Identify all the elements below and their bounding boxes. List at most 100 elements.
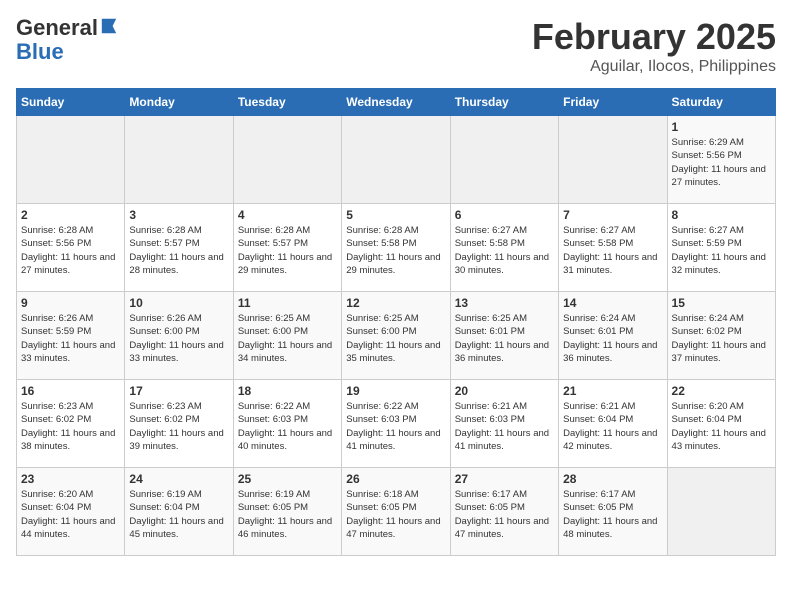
calendar-cell: 27 Sunrise: 6:17 AM Sunset: 6:05 PM Dayli… (450, 468, 558, 556)
day-info: Sunrise: 6:19 AM Sunset: 6:05 PM Dayligh… (238, 488, 337, 541)
day-number: 10 (129, 296, 228, 310)
calendar-week-2: 9 Sunrise: 6:26 AM Sunset: 5:59 PM Daylig… (17, 292, 776, 380)
day-number: 13 (455, 296, 554, 310)
day-info: Sunrise: 6:27 AM Sunset: 5:59 PM Dayligh… (672, 224, 771, 277)
logo-text: General Blue (16, 16, 118, 64)
calendar-cell (559, 116, 667, 204)
title-block: February 2025 Aguilar, Ilocos, Philippin… (532, 16, 776, 76)
day-number: 24 (129, 472, 228, 486)
day-info: Sunrise: 6:19 AM Sunset: 6:04 PM Dayligh… (129, 488, 228, 541)
day-number: 22 (672, 384, 771, 398)
day-number: 21 (563, 384, 662, 398)
calendar-cell: 21 Sunrise: 6:21 AM Sunset: 6:04 PM Dayli… (559, 380, 667, 468)
page-header: General Blue February 2025 Aguilar, Iloc… (16, 16, 776, 76)
day-info: Sunrise: 6:27 AM Sunset: 5:58 PM Dayligh… (455, 224, 554, 277)
calendar-cell (342, 116, 450, 204)
day-info: Sunrise: 6:28 AM Sunset: 5:57 PM Dayligh… (238, 224, 337, 277)
weekday-header-tuesday: Tuesday (233, 89, 341, 116)
day-info: Sunrise: 6:22 AM Sunset: 6:03 PM Dayligh… (238, 400, 337, 453)
calendar-cell (233, 116, 341, 204)
day-info: Sunrise: 6:26 AM Sunset: 5:59 PM Dayligh… (21, 312, 120, 365)
calendar-cell: 7 Sunrise: 6:27 AM Sunset: 5:58 PM Daylig… (559, 204, 667, 292)
weekday-header-sunday: Sunday (17, 89, 125, 116)
calendar-cell: 5 Sunrise: 6:28 AM Sunset: 5:58 PM Daylig… (342, 204, 450, 292)
logo-general: General (16, 15, 98, 40)
day-number: 15 (672, 296, 771, 310)
logo: General Blue (16, 16, 118, 64)
weekday-header-saturday: Saturday (667, 89, 775, 116)
calendar-cell: 2 Sunrise: 6:28 AM Sunset: 5:56 PM Daylig… (17, 204, 125, 292)
calendar-cell: 22 Sunrise: 6:20 AM Sunset: 6:04 PM Dayli… (667, 380, 775, 468)
day-info: Sunrise: 6:20 AM Sunset: 6:04 PM Dayligh… (21, 488, 120, 541)
day-number: 17 (129, 384, 228, 398)
day-info: Sunrise: 6:23 AM Sunset: 6:02 PM Dayligh… (129, 400, 228, 453)
day-number: 18 (238, 384, 337, 398)
calendar-cell: 17 Sunrise: 6:23 AM Sunset: 6:02 PM Dayli… (125, 380, 233, 468)
day-info: Sunrise: 6:22 AM Sunset: 6:03 PM Dayligh… (346, 400, 445, 453)
day-number: 28 (563, 472, 662, 486)
weekday-header-friday: Friday (559, 89, 667, 116)
month-title: February 2025 (532, 16, 776, 58)
calendar-cell: 12Sunrise: 6:25 AM Sunset: 6:00 PM Dayli… (342, 292, 450, 380)
day-info: Sunrise: 6:20 AM Sunset: 6:04 PM Dayligh… (672, 400, 771, 453)
day-number: 26 (346, 472, 445, 486)
logo-flag-icon (100, 17, 118, 35)
calendar-cell (17, 116, 125, 204)
weekday-header-monday: Monday (125, 89, 233, 116)
calendar-week-1: 2 Sunrise: 6:28 AM Sunset: 5:56 PM Daylig… (17, 204, 776, 292)
calendar-week-3: 16 Sunrise: 6:23 AM Sunset: 6:02 PM Dayli… (17, 380, 776, 468)
calendar-cell: 10 Sunrise: 6:26 AM Sunset: 6:00 PM Dayli… (125, 292, 233, 380)
day-info: Sunrise: 6:24 AM Sunset: 6:02 PM Dayligh… (672, 312, 771, 365)
day-info: Sunrise: 6:21 AM Sunset: 6:03 PM Dayligh… (455, 400, 554, 453)
calendar-cell: 18 Sunrise: 6:22 AM Sunset: 6:03 PM Dayli… (233, 380, 341, 468)
day-number: 9 (21, 296, 120, 310)
calendar-header: SundayMondayTuesdayWednesdayThursdayFrid… (17, 89, 776, 116)
day-number: 20 (455, 384, 554, 398)
calendar-cell: 9 Sunrise: 6:26 AM Sunset: 5:59 PM Daylig… (17, 292, 125, 380)
day-number: 19 (346, 384, 445, 398)
calendar-cell: 8Sunrise: 6:27 AM Sunset: 5:59 PM Daylig… (667, 204, 775, 292)
calendar-cell (125, 116, 233, 204)
weekday-row: SundayMondayTuesdayWednesdayThursdayFrid… (17, 89, 776, 116)
calendar-cell: 6 Sunrise: 6:27 AM Sunset: 5:58 PM Daylig… (450, 204, 558, 292)
day-info: Sunrise: 6:17 AM Sunset: 6:05 PM Dayligh… (563, 488, 662, 541)
day-number: 2 (21, 208, 120, 222)
day-number: 5 (346, 208, 445, 222)
calendar-cell: 16 Sunrise: 6:23 AM Sunset: 6:02 PM Dayli… (17, 380, 125, 468)
day-number: 27 (455, 472, 554, 486)
day-number: 25 (238, 472, 337, 486)
day-info: Sunrise: 6:28 AM Sunset: 5:58 PM Dayligh… (346, 224, 445, 277)
day-info: Sunrise: 6:25 AM Sunset: 6:00 PM Dayligh… (238, 312, 337, 365)
day-number: 7 (563, 208, 662, 222)
calendar-cell: 14 Sunrise: 6:24 AM Sunset: 6:01 PM Dayli… (559, 292, 667, 380)
day-number: 6 (455, 208, 554, 222)
day-number: 11 (238, 296, 337, 310)
calendar-cell: 20 Sunrise: 6:21 AM Sunset: 6:03 PM Dayli… (450, 380, 558, 468)
day-number: 16 (21, 384, 120, 398)
day-info: Sunrise: 6:24 AM Sunset: 6:01 PM Dayligh… (563, 312, 662, 365)
calendar-cell: 1Sunrise: 6:29 AM Sunset: 5:56 PM Daylig… (667, 116, 775, 204)
day-info: Sunrise: 6:21 AM Sunset: 6:04 PM Dayligh… (563, 400, 662, 453)
calendar-cell (450, 116, 558, 204)
calendar-cell: 28 Sunrise: 6:17 AM Sunset: 6:05 PM Dayli… (559, 468, 667, 556)
logo-blue: Blue (16, 39, 64, 64)
day-number: 1 (672, 120, 771, 134)
day-number: 23 (21, 472, 120, 486)
calendar-cell: 15 Sunrise: 6:24 AM Sunset: 6:02 PM Dayli… (667, 292, 775, 380)
day-info: Sunrise: 6:27 AM Sunset: 5:58 PM Dayligh… (563, 224, 662, 277)
calendar-body: 1Sunrise: 6:29 AM Sunset: 5:56 PM Daylig… (17, 116, 776, 556)
day-info: Sunrise: 6:28 AM Sunset: 5:57 PM Dayligh… (129, 224, 228, 277)
day-info: Sunrise: 6:26 AM Sunset: 6:00 PM Dayligh… (129, 312, 228, 365)
day-info: Sunrise: 6:17 AM Sunset: 6:05 PM Dayligh… (455, 488, 554, 541)
day-number: 14 (563, 296, 662, 310)
calendar-cell: 26 Sunrise: 6:18 AM Sunset: 6:05 PM Dayli… (342, 468, 450, 556)
day-info: Sunrise: 6:25 AM Sunset: 6:01 PM Dayligh… (455, 312, 554, 365)
calendar-cell: 3Sunrise: 6:28 AM Sunset: 5:57 PM Daylig… (125, 204, 233, 292)
day-info: Sunrise: 6:25 AM Sunset: 6:00 PM Dayligh… (346, 312, 445, 365)
weekday-header-wednesday: Wednesday (342, 89, 450, 116)
calendar-cell: 13 Sunrise: 6:25 AM Sunset: 6:01 PM Dayli… (450, 292, 558, 380)
calendar-week-4: 23 Sunrise: 6:20 AM Sunset: 6:04 PM Dayli… (17, 468, 776, 556)
day-info: Sunrise: 6:18 AM Sunset: 6:05 PM Dayligh… (346, 488, 445, 541)
day-info: Sunrise: 6:23 AM Sunset: 6:02 PM Dayligh… (21, 400, 120, 453)
day-info: Sunrise: 6:28 AM Sunset: 5:56 PM Dayligh… (21, 224, 120, 277)
